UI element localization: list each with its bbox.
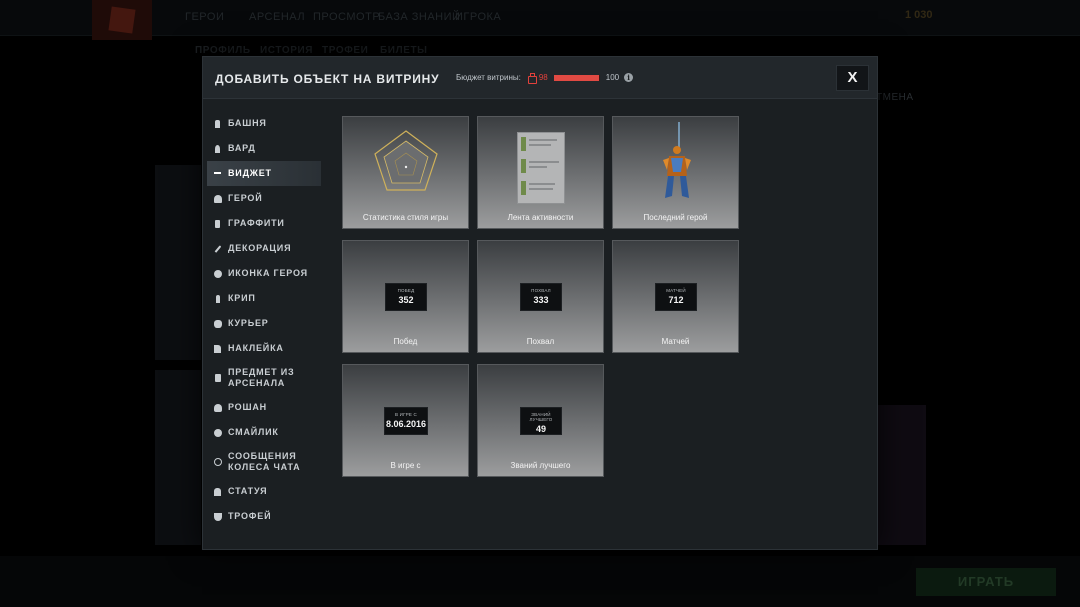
trophy-icon xyxy=(213,512,222,522)
widget-card-play-style[interactable]: Статистика стиля игры xyxy=(342,116,469,229)
budget-max-value: 100 xyxy=(605,73,620,82)
close-button[interactable]: X xyxy=(836,65,869,91)
spray-can-icon xyxy=(213,219,222,229)
tower-icon xyxy=(213,119,222,129)
dialog-header: ДОБАВИТЬ ОБЪЕКТ НА ВИТРИНУ Бюджет витрин… xyxy=(203,57,877,99)
widget-card-label: Матчей xyxy=(661,337,690,346)
sidebar-item-sticker[interactable]: НАКЛЕЙКА xyxy=(207,336,321,361)
stat-box: ПОХВАЛ 333 xyxy=(520,283,562,311)
stat-value: 8.06.2016 xyxy=(385,419,427,429)
budget-weight-icon xyxy=(527,73,537,84)
stat-caption: ЗВАНИЙ ЛУЧШЕГО xyxy=(529,412,553,422)
widget-card-wins[interactable]: ПОБЕД 352 Побед xyxy=(342,240,469,353)
widget-card-playing-since[interactable]: В ИГРЕ С 8.06.2016 В игре с xyxy=(342,364,469,477)
stat-box: МАТЧЕЙ 712 xyxy=(655,283,697,311)
hero-figure-icon xyxy=(663,122,691,198)
widget-card-label: Званий лучшего xyxy=(510,461,571,470)
widget-icon xyxy=(213,169,222,179)
stat-box: ЗВАНИЙ ЛУЧШЕГО 49 xyxy=(520,407,562,435)
widget-card-label: Похвал xyxy=(526,337,555,346)
ward-icon xyxy=(213,144,222,154)
pentagon-radar-icon xyxy=(374,130,438,191)
wand-icon xyxy=(213,244,222,254)
armory-icon xyxy=(213,373,222,383)
stat-caption: ПОХВАЛ xyxy=(531,288,551,293)
budget-used-value: 98 xyxy=(538,73,548,82)
stat-caption: МАТЧЕЙ xyxy=(666,288,686,293)
category-sidebar: БАШНЯ ВАРД ВИДЖЕТ ГЕРОЙ ГРАФФИТИ ДЕКОРАЦ… xyxy=(207,111,321,529)
sidebar-item-widget[interactable]: ВИДЖЕТ xyxy=(207,161,321,186)
budget-label: Бюджет витрины: xyxy=(456,73,521,82)
widget-card-matches[interactable]: МАТЧЕЙ 712 Матчей xyxy=(612,240,739,353)
stat-box: ПОБЕД 352 xyxy=(385,283,427,311)
stat-value: 712 xyxy=(668,295,684,305)
sidebar-item-trophy[interactable]: ТРОФЕЙ xyxy=(207,504,321,529)
widget-card-label: Последний герой xyxy=(643,213,708,222)
widget-card-mvp[interactable]: ЗВАНИЙ ЛУЧШЕГО 49 Званий лучшего xyxy=(477,364,604,477)
sidebar-item-emoticon[interactable]: СМАЙЛИК xyxy=(207,420,321,445)
sidebar-item-tower[interactable]: БАШНЯ xyxy=(207,111,321,136)
showcase-add-dialog: ДОБАВИТЬ ОБЪЕКТ НА ВИТРИНУ Бюджет витрин… xyxy=(202,56,878,550)
stat-caption: В ИГРЕ С xyxy=(394,412,418,417)
widget-card-commends[interactable]: ПОХВАЛ 333 Похвал xyxy=(477,240,604,353)
creep-icon xyxy=(213,294,222,304)
sidebar-item-hero[interactable]: ГЕРОЙ xyxy=(207,186,321,211)
sidebar-item-creep[interactable]: КРИП xyxy=(207,286,321,311)
sticker-icon xyxy=(213,344,222,354)
sidebar-item-decoration[interactable]: ДЕКОРАЦИЯ xyxy=(207,236,321,261)
sidebar-item-hero-icon[interactable]: ИКОНКА ГЕРОЯ xyxy=(207,261,321,286)
sidebar-item-chat-wheel[interactable]: СООБЩЕНИЯ КОЛЕСА ЧАТА xyxy=(207,445,321,479)
chat-wheel-icon xyxy=(213,457,222,467)
widget-card-activity-feed[interactable]: Лента активности xyxy=(477,116,604,229)
statue-icon xyxy=(213,487,222,497)
emoticon-icon xyxy=(213,428,222,438)
widget-card-label: В игре с xyxy=(390,461,421,470)
hero-helmet-icon xyxy=(213,194,222,204)
budget-progress-bar xyxy=(553,74,600,81)
stat-caption: ПОБЕД xyxy=(397,288,415,293)
showcase-budget: Бюджет витрины: 98 100 i xyxy=(456,73,634,84)
sidebar-item-ward[interactable]: ВАРД xyxy=(207,136,321,161)
dialog-title: ДОБАВИТЬ ОБЪЕКТ НА ВИТРИНУ xyxy=(215,72,440,86)
sidebar-item-roshan[interactable]: РОШАН xyxy=(207,395,321,420)
stat-value: 352 xyxy=(398,295,414,305)
roshan-icon xyxy=(213,403,222,413)
widget-card-label: Лента активности xyxy=(507,213,574,222)
stat-box: В ИГРЕ С 8.06.2016 xyxy=(384,407,428,435)
stat-value: 49 xyxy=(535,424,546,434)
sidebar-item-statue[interactable]: СТАТУЯ xyxy=(207,479,321,504)
widget-card-label: Статистика стиля игры xyxy=(362,213,449,222)
budget-progress-fill xyxy=(553,74,599,81)
stat-value: 333 xyxy=(533,295,549,305)
sidebar-item-graffiti[interactable]: ГРАФФИТИ xyxy=(207,211,321,236)
activity-feed-icon xyxy=(517,132,565,204)
hero-face-icon xyxy=(213,269,222,279)
widget-card-label: Побед xyxy=(393,337,418,346)
sidebar-item-armory-item[interactable]: ПРЕДМЕТ ИЗ АРСЕНАЛА xyxy=(207,361,321,395)
courier-icon xyxy=(213,319,222,329)
widget-card-last-hero[interactable]: Последний герой xyxy=(612,116,739,229)
info-icon[interactable]: i xyxy=(624,73,634,82)
sidebar-item-courier[interactable]: КУРЬЕР xyxy=(207,311,321,336)
